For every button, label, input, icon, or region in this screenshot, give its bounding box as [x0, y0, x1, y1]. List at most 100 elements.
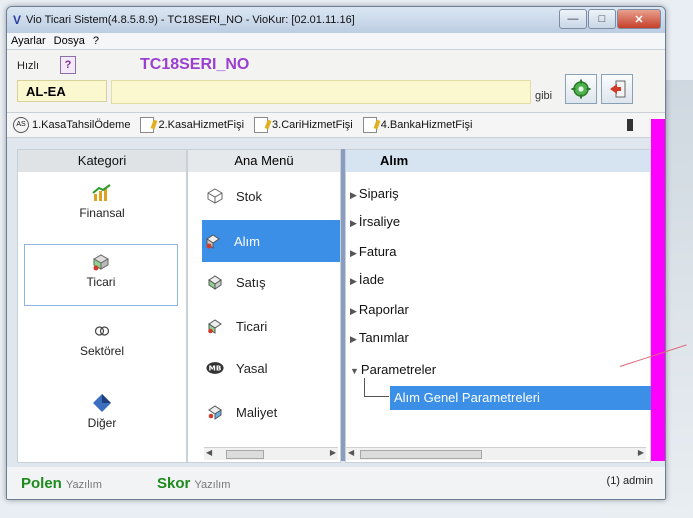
kategori-panel: Kategori Finansal Ticari Sektörel Diğer [17, 149, 187, 463]
tree-panel: Alım ▶ Sipariş ▶ İrsaliye ▶ Fatura ▶ İade ▶ R… [345, 149, 665, 463]
cart-icon [204, 233, 222, 249]
kategori-item-finansal[interactable]: Finansal [18, 176, 186, 238]
scroll-right-icon[interactable]: ▶ [330, 448, 336, 457]
ana-menu-item-satis[interactable]: Satış [188, 262, 340, 302]
ana-menu-item-stok[interactable]: Stok [188, 176, 340, 216]
rings-icon [94, 326, 110, 336]
document-edit-icon [140, 117, 155, 133]
scroll-left-icon[interactable]: ◀ [348, 448, 354, 457]
status-bar: Polen Yazılım Skor Yazılım (1) admin [7, 467, 665, 499]
quick-item-label: 1.KasaTahsilÖdeme [32, 119, 131, 131]
mb-icon: MB [206, 360, 224, 376]
tree-node-raporlar[interactable]: ▶ Raporlar [346, 298, 409, 322]
quickbar-scroll-icon[interactable] [627, 119, 633, 131]
gear-icon [571, 79, 591, 99]
tree-node-label: Raporlar [358, 302, 409, 317]
exit-door-icon [610, 80, 626, 98]
title-bar[interactable]: V Vio Ticari Sistem(4.8.5.8.9) - TC18SER… [7, 7, 665, 33]
close-button[interactable]: ✕ [617, 9, 661, 29]
kategori-header: Kategori [18, 150, 186, 172]
handshake-icon [92, 254, 110, 271]
cost-icon [206, 404, 224, 420]
kategori-item-ticari[interactable]: Ticari [24, 244, 178, 306]
tree-connector [364, 378, 389, 397]
kategori-item-sektorel[interactable]: Sektörel [18, 314, 186, 376]
expand-arrow-icon[interactable]: ▶ [350, 276, 357, 286]
settings-button[interactable] [565, 74, 597, 104]
hizli-label: Hızlı [17, 60, 39, 72]
as-icon: AS [13, 117, 29, 133]
scroll-thumb[interactable] [226, 450, 264, 459]
ana-menu-item-label: Ticari [236, 318, 268, 334]
window-title: Vio Ticari Sistem(4.8.5.8.9) - TC18SERI_… [26, 14, 355, 26]
main-panels: Kategori Finansal Ticari Sektörel Diğer … [7, 149, 665, 463]
ana-menu-item-label: Alım [234, 233, 260, 249]
tree-node-label: İade [358, 272, 385, 287]
polen-yazilim-text: Yazılım [66, 479, 102, 491]
window-controls: — □ ✕ [558, 9, 661, 29]
ana-menu-item-label: Maliyet [236, 404, 278, 420]
ana-menu-item-yasal[interactable]: MB Yasal [188, 348, 340, 388]
collapse-arrow-icon[interactable]: ▼ [350, 366, 359, 376]
app-window: V Vio Ticari Sistem(4.8.5.8.9) - TC18SER… [6, 6, 666, 500]
quick-item-kasa-hizmet[interactable]: 2.KasaHizmetFişi [140, 117, 244, 133]
ana-menu-hscrollbar[interactable]: ◀ ▶ [204, 447, 338, 460]
kategori-item-label: Diğer [87, 416, 117, 430]
menu-dosya[interactable]: Dosya [54, 35, 85, 47]
header-panel: Hızlı ? TC18SERI_NO AL-EA gibi [7, 50, 665, 113]
maximize-button[interactable]: □ [588, 9, 616, 29]
kategori-item-diger[interactable]: Diğer [18, 386, 186, 448]
quick-access-bar: AS 1.KasaTahsilÖdeme 2.KasaHizmetFişi 3.… [7, 113, 665, 138]
scroll-thumb[interactable] [360, 450, 482, 459]
tree-leaf-alim-genel-parametreleri[interactable]: Alım Genel Parametreleri [390, 386, 665, 410]
tree-node-label: Parametreler [360, 362, 437, 377]
expand-arrow-icon[interactable]: ▶ [350, 306, 357, 316]
skor-logo: Skor Yazılım [157, 475, 230, 492]
tree-node-label: Sipariş [358, 186, 399, 201]
tree-header: Alım [346, 150, 650, 172]
ana-menu-header: Ana Menü [188, 150, 340, 172]
document-edit-icon [254, 117, 269, 133]
quick-item-kasa-tahsil[interactable]: AS 1.KasaTahsilÖdeme [13, 117, 130, 133]
tree-node-label: Fatura [358, 244, 397, 259]
expand-arrow-icon[interactable]: ▶ [350, 190, 357, 200]
menu-ayarlar[interactable]: Ayarlar [11, 35, 46, 47]
quick-item-label: 3.CariHizmetFişi [272, 119, 353, 131]
chart-icon [92, 184, 111, 201]
company-field[interactable]: AL-EA [17, 80, 107, 102]
kategori-item-label: Sektörel [79, 344, 125, 358]
side-accent-bar [651, 119, 665, 461]
help-icon[interactable]: ? [60, 56, 76, 74]
tree-node-siparis[interactable]: ▶ Sipariş [346, 182, 399, 206]
tree-node-parametreler[interactable]: ▼ Parametreler [346, 358, 436, 382]
quick-item-banka-hizmet[interactable]: 4.BankaHizmetFişi [362, 117, 473, 133]
ana-menu-item-alim[interactable]: Alım [202, 220, 340, 262]
tree-node-tanimlar[interactable]: ▶ Tanımlar [346, 326, 409, 350]
scroll-right-icon[interactable]: ▶ [638, 448, 644, 457]
polen-text: Polen [21, 475, 62, 492]
expand-arrow-icon[interactable]: ▶ [350, 334, 357, 344]
scroll-left-icon[interactable]: ◀ [206, 448, 212, 457]
expand-arrow-icon[interactable]: ▶ [350, 248, 357, 258]
exit-button[interactable] [601, 74, 633, 104]
tree-node-irsaliye[interactable]: ▶ İrsaliye [346, 210, 400, 234]
sale-icon [206, 274, 224, 290]
ana-menu-panel: Ana Menü Stok Alım Satış Ticari MB Yasal… [187, 149, 341, 463]
minimize-button[interactable]: — [559, 9, 587, 29]
ana-menu-item-ticari[interactable]: Ticari [188, 306, 340, 346]
app-logo-icon: V [13, 13, 22, 27]
menu-help[interactable]: ? [93, 35, 99, 47]
quick-item-cari-hizmet[interactable]: 3.CariHizmetFişi [254, 117, 353, 133]
ana-menu-item-label: Satış [236, 274, 266, 290]
ana-menu-item-label: Yasal [236, 360, 268, 376]
expand-arrow-icon[interactable]: ▶ [350, 218, 357, 228]
quick-item-label: 4.BankaHizmetFişi [380, 119, 473, 131]
tree-hscrollbar[interactable]: ◀ ▶ [346, 447, 646, 460]
company-name-field[interactable] [111, 80, 531, 104]
tree-node-label: Tanımlar [358, 330, 409, 345]
quick-item-label: 2.KasaHizmetFişi [158, 119, 245, 131]
document-edit-icon [362, 117, 377, 133]
tree-node-fatura[interactable]: ▶ Fatura [346, 240, 397, 264]
ana-menu-item-maliyet[interactable]: Maliyet [188, 392, 340, 432]
tree-node-iade[interactable]: ▶ İade [346, 268, 384, 292]
